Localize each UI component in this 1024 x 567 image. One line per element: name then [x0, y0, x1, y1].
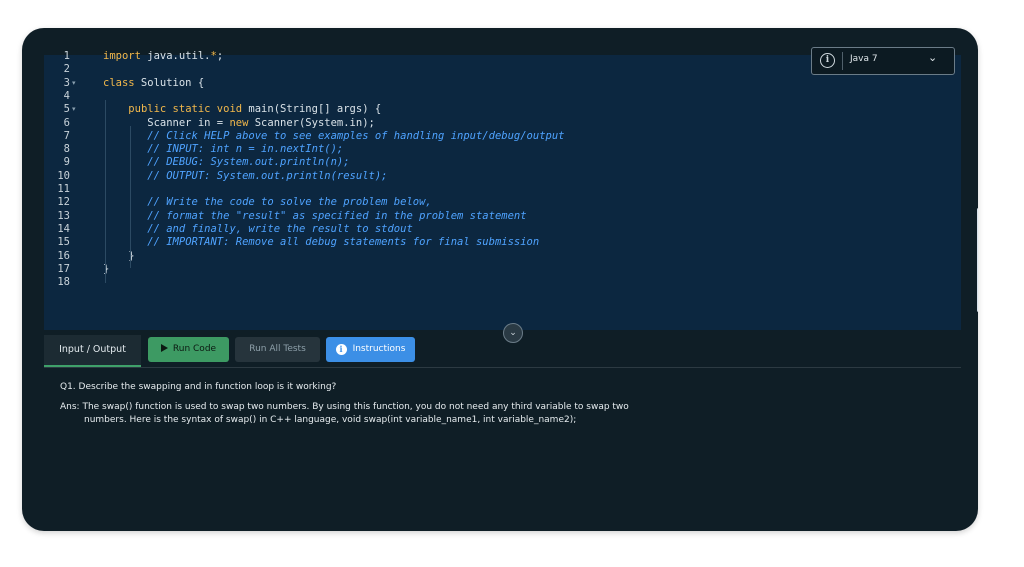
line-number: 16: [57, 249, 70, 262]
code-token: new: [229, 116, 249, 129]
code-token: import: [103, 50, 141, 62]
line-number: 2: [63, 63, 70, 76]
info-icon: i: [335, 344, 347, 355]
indent-guide: [105, 100, 106, 283]
run-code-label: Run Code: [172, 344, 217, 354]
run-code-button[interactable]: Run Code: [148, 337, 229, 362]
line-number: 12: [57, 196, 70, 209]
code-token: class: [103, 76, 135, 89]
line-number: 6: [63, 116, 70, 129]
instructions-button[interactable]: i Instructions: [326, 337, 415, 362]
code-line[interactable]: public static void main(String[] args) {: [103, 103, 381, 116]
line-number: 14: [57, 222, 70, 235]
indent-guide: [130, 126, 131, 268]
language-selector[interactable]: i Java 7 ⌄: [811, 47, 955, 75]
code-token: Scanner in =: [103, 116, 230, 129]
line-number: 10: [57, 169, 70, 182]
code-line[interactable]: // INPUT: int n = in.nextInt();: [103, 143, 343, 156]
code-token: ;: [216, 50, 224, 62]
line-number: 9: [63, 156, 70, 169]
play-icon: [160, 344, 168, 352]
code-token: Solution {: [134, 76, 205, 89]
instructions-label: Instructions: [352, 344, 406, 354]
selector-divider: [842, 52, 843, 70]
line-number: 13: [57, 209, 70, 222]
code-line[interactable]: // format the "result" as specified in t…: [103, 209, 527, 223]
code-token: // INPUT: int n = in.nextInt();: [147, 143, 344, 156]
line-number: 18: [57, 276, 70, 289]
code-token: // Write the code to solve the problem b…: [147, 196, 432, 209]
code-line[interactable]: // DEBUG: System.out.println(n);: [103, 156, 350, 169]
line-number: 11: [57, 183, 70, 195]
code-line[interactable]: // OUTPUT: System.out.println(result);: [103, 170, 387, 183]
code-line[interactable]: class Solution {: [103, 77, 204, 90]
code-token: java.util.: [140, 50, 211, 62]
run-all-tests-button[interactable]: Run All Tests: [235, 337, 320, 362]
line-number: 5: [63, 103, 70, 116]
code-token: // format the "result" as specified in t…: [147, 209, 527, 222]
line-number: 15: [57, 236, 70, 249]
answer-text-continued: numbers. Here is the syntax of swap() in…: [84, 415, 577, 425]
code-token: // IMPORTANT: Remove all debug statement…: [147, 236, 540, 249]
line-number: 4: [63, 89, 70, 102]
code-token: // OUTPUT: System.out.println(result);: [147, 169, 388, 182]
divider: [44, 367, 961, 368]
code-line[interactable]: // Click HELP above to see examples of h…: [103, 129, 565, 143]
code-editor-window: 1 2 3 ▾ 4 5 ▾ 6 7 8 9 10 11 12 13 14 15 16 17 18 import jav…: [22, 28, 978, 531]
line-number: 8: [63, 143, 70, 156]
editor-scrollbar[interactable]: [977, 208, 978, 312]
code-token: }: [103, 262, 110, 275]
code-token: // DEBUG: System.out.println(n);: [147, 156, 350, 169]
line-number: 1: [63, 50, 70, 62]
question-text: Q1. Describe the swapping and in functio…: [60, 382, 337, 392]
code-editor[interactable]: 1 2 3 ▾ 4 5 ▾ 6 7 8 9 10 11 12 13 14 15 16 17 18 import jav…: [44, 38, 978, 330]
code-token: public static void: [128, 103, 243, 116]
code-token: Scanner(System.in);: [248, 116, 375, 129]
tab-input-output[interactable]: Input / Output: [44, 335, 141, 367]
info-icon[interactable]: i: [820, 53, 835, 68]
code-token: main(String[] args) {: [242, 103, 382, 116]
line-number: 17: [57, 262, 70, 275]
answer-text: Ans: The swap() function is used to swap…: [60, 402, 629, 412]
fold-arrow-icon[interactable]: ▾: [72, 77, 76, 90]
language-label: Java 7: [850, 54, 878, 64]
code-token: // and finally, write the result to stdo…: [147, 222, 413, 235]
bottom-toolbar: Input / Output Run Code Run All Tests iI…: [44, 335, 961, 368]
code-line[interactable]: Scanner in = new Scanner(System.in);: [103, 117, 375, 130]
chevron-down-icon: ⌄: [928, 51, 938, 64]
code-line[interactable]: import java.util.*;: [103, 50, 223, 63]
line-number: 3: [63, 76, 70, 89]
code-line[interactable]: // IMPORTANT: Remove all debug statement…: [103, 236, 539, 249]
code-line[interactable]: // and finally, write the result to stdo…: [103, 223, 413, 236]
code-token: // Click HELP above to see examples of h…: [147, 129, 565, 142]
code-line[interactable]: // Write the code to solve the problem b…: [103, 196, 432, 209]
code-line[interactable]: }: [103, 263, 109, 276]
fold-arrow-icon[interactable]: ▾: [72, 103, 76, 116]
line-number: 7: [63, 129, 70, 142]
